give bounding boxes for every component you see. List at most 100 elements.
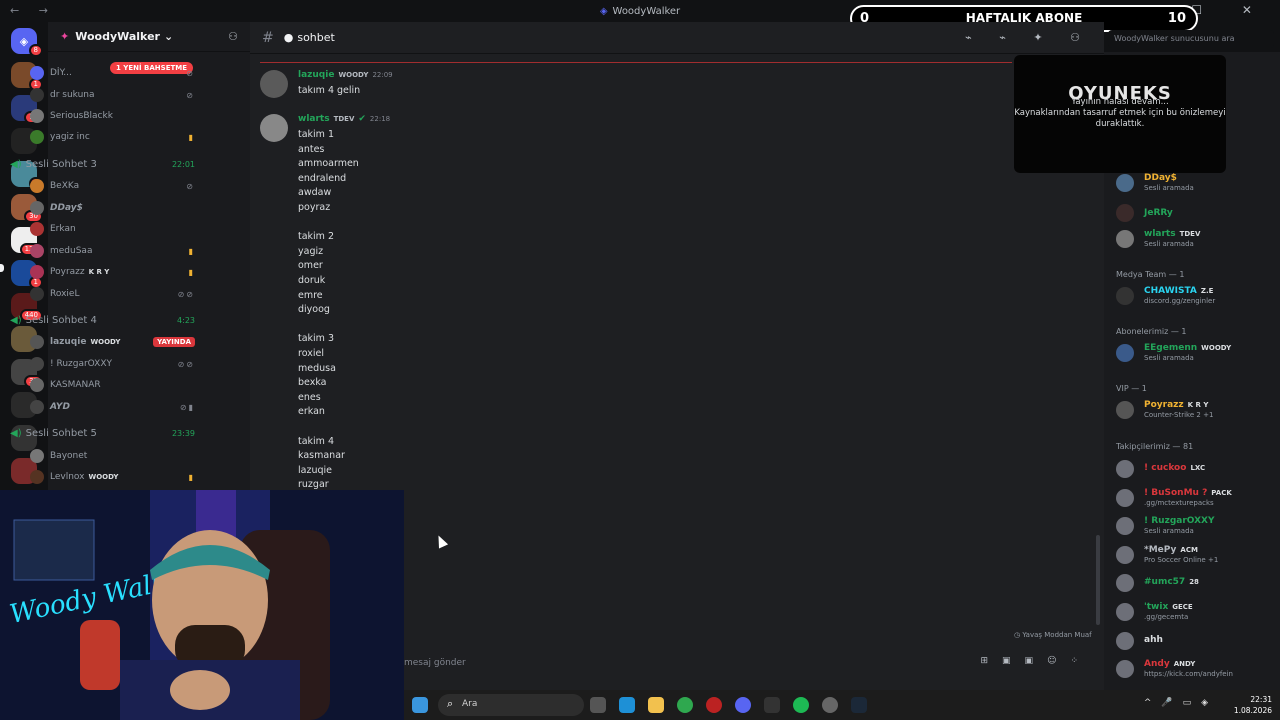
member-tag: Z.E — [1200, 287, 1214, 295]
member-tag: LXC — [1190, 464, 1206, 472]
app-icon[interactable] — [706, 697, 722, 713]
voice-channel-5[interactable]: ◀) Sesli Sohbet 5 23:39 — [10, 424, 195, 442]
member-name-row: ! RuzgarOXXY — [1144, 516, 1215, 526]
voice-user[interactable]: lazuqie WOODY YAYINDA — [30, 333, 195, 351]
member-name-row: ahh — [1144, 635, 1163, 645]
system-tray-icons[interactable]: ^🎤▭◈ — [1144, 698, 1218, 708]
member-name-row: wlarts TDEV — [1144, 229, 1200, 239]
member-item[interactable]: CHAWISTA Z.E discord.gg/zenginler — [1116, 285, 1276, 307]
avatar — [30, 335, 44, 349]
avatar — [1116, 287, 1134, 305]
voice-user[interactable]: Erkan — [30, 220, 195, 238]
member-status: Counter-Strike 2 +1 — [1144, 411, 1214, 419]
avatar — [30, 109, 44, 123]
server-header[interactable]: ✦ WoodyWalker ⌄ ⚇ — [48, 22, 250, 52]
member-name-row: 'twix GECE — [1144, 602, 1193, 612]
voice-channel-name: Sesli Sohbet 5 — [25, 427, 97, 439]
screen-share-icon: ▮ — [188, 267, 195, 277]
message-line: takim 2 — [298, 231, 335, 243]
member-status: Sesli aramada — [1144, 527, 1194, 536]
voice-user-name: RoxieL — [50, 289, 80, 299]
webcam-feed: Woody Walker — [0, 490, 404, 720]
back-forward-icons[interactable]: ← → — [10, 4, 56, 17]
voice-user[interactable]: Poyrazz K R Y ▮ — [30, 263, 195, 281]
voice-channel-time: 22:01 — [171, 159, 195, 169]
voice-user[interactable]: DDay$ — [30, 199, 195, 217]
selected-pill — [0, 264, 4, 272]
avatar — [1116, 401, 1134, 419]
app-icon[interactable] — [677, 697, 693, 713]
chat-scrollbar[interactable] — [1096, 535, 1100, 625]
message-input[interactable]: mesaj gönder — [404, 658, 466, 668]
member-item[interactable]: #umc57 28 — [1116, 572, 1276, 594]
voice-user-name: KASMANAR — [50, 380, 101, 390]
message-composer[interactable]: mesaj gönder ⊞▣▣☺⁘ — [404, 652, 1094, 676]
voice-user[interactable]: dr sukuna ⊘ — [30, 86, 195, 104]
avatar — [30, 400, 44, 414]
new-messages-divider — [260, 62, 1012, 63]
voice-channel-4[interactable]: ◀) Sesli Sohbet 4 4:23 — [10, 311, 195, 329]
voice-user[interactable]: KASMANAR — [30, 376, 195, 394]
voice-user[interactable]: ! RuzgarOXXY ⊘⊘ — [30, 355, 195, 373]
member-tag: PACK — [1211, 488, 1232, 497]
app-icon[interactable] — [793, 697, 809, 713]
avatar — [1116, 631, 1134, 650]
taskbar-search[interactable]: Ara — [438, 694, 584, 716]
member-name-row: EEgemenn WOODY — [1144, 343, 1231, 353]
member-name: wlarts — [1144, 229, 1176, 239]
member-item[interactable]: EEgemenn WOODY Sesli aramada — [1116, 342, 1276, 364]
composer-icons[interactable]: ⊞▣▣☺⁘ — [981, 656, 1092, 666]
voice-user[interactable]: RoxieL ⊘⊘ — [30, 285, 195, 303]
member-item[interactable]: ahh — [1116, 630, 1276, 652]
member-item[interactable]: ! cuckoo LXC — [1116, 458, 1276, 480]
avatar — [30, 201, 44, 215]
avatar — [1116, 488, 1134, 507]
member-item[interactable]: *MePy ACM Pro Soccer Online +1 — [1116, 544, 1276, 566]
author-name[interactable]: lazuqie — [298, 70, 334, 80]
app-icon[interactable] — [822, 697, 838, 713]
author-name[interactable]: wlarts — [298, 114, 330, 124]
member-group-title: Abonelerimiz — 1 — [1116, 327, 1187, 336]
member-item[interactable]: ! BuSonMu ? PACK .gg/mctexturepacks — [1116, 487, 1276, 509]
task-view-icon[interactable] — [590, 697, 606, 713]
avatar[interactable] — [260, 114, 288, 142]
member-name: CHAWISTA — [1144, 286, 1197, 296]
voice-user[interactable]: BeXKa ⊘ — [30, 177, 195, 195]
member-item[interactable]: 'twix GECE .gg/gecemta — [1116, 601, 1276, 623]
member-item[interactable]: wlarts TDEV Sesli aramada — [1116, 228, 1276, 250]
voice-channel-3[interactable]: ◀) Sesli Sohbet 3 22:01 — [10, 155, 195, 173]
edge-icon[interactable] — [619, 697, 635, 713]
folder-icon[interactable] — [648, 697, 664, 713]
member-item[interactable]: ! RuzgarOXXY Sesli aramada — [1116, 515, 1276, 537]
voice-user[interactable]: Levlnox WOODY ▮ — [30, 468, 195, 486]
voice-user[interactable]: AYD ⊘▮ — [30, 398, 195, 416]
add-member-icon[interactable]: ⚇ — [228, 30, 238, 43]
stream-preview[interactable]: OYUNEKS Yayının halası devam... Kaynaklar… — [1014, 55, 1226, 173]
voice-user[interactable]: Bayonet — [30, 447, 195, 465]
app-icon[interactable] — [764, 697, 780, 713]
steam-icon[interactable] — [851, 697, 867, 713]
voice-user[interactable]: meduSaa ▮ — [30, 242, 195, 260]
avatar — [1116, 660, 1134, 679]
start-icon[interactable] — [412, 697, 428, 713]
avatar — [1116, 230, 1134, 248]
voice-user[interactable]: SeriousBlackk — [30, 107, 195, 125]
member-name: ! RuzgarOXXY — [1144, 516, 1215, 527]
message-line: takım 4 gelin — [298, 85, 361, 96]
discord-taskbar-icon[interactable] — [735, 697, 751, 713]
member-item[interactable]: DDay$ Sesli aramada — [1116, 172, 1276, 194]
voice-user-name: lazuqie — [50, 337, 87, 347]
search-input[interactable]: WoodyWalker sunucusunu ara — [1108, 30, 1274, 48]
header-toolbar-icons[interactable]: ⌁ ⌁ ✦ ⚇ — [965, 31, 1092, 44]
home-button[interactable]: ◈ 8 — [11, 28, 43, 57]
voice-user[interactable]: DİY... ⊘ — [30, 64, 195, 82]
member-item[interactable]: JeRRy — [1116, 202, 1276, 224]
avatar[interactable] — [260, 70, 288, 98]
member-item[interactable]: Poyrazz K R Y Counter-Strike 2 +1 — [1116, 399, 1276, 421]
clock[interactable]: 22:31 1.08.2026 — [1234, 694, 1272, 716]
member-item[interactable]: Andy ANDY https://kick.com/andyfein — [1116, 658, 1276, 680]
voice-user[interactable]: yagiz inc ▮ — [30, 128, 195, 146]
avatar — [30, 88, 44, 102]
user-tag: K R Y — [88, 268, 110, 276]
message-line: enes — [298, 391, 321, 403]
